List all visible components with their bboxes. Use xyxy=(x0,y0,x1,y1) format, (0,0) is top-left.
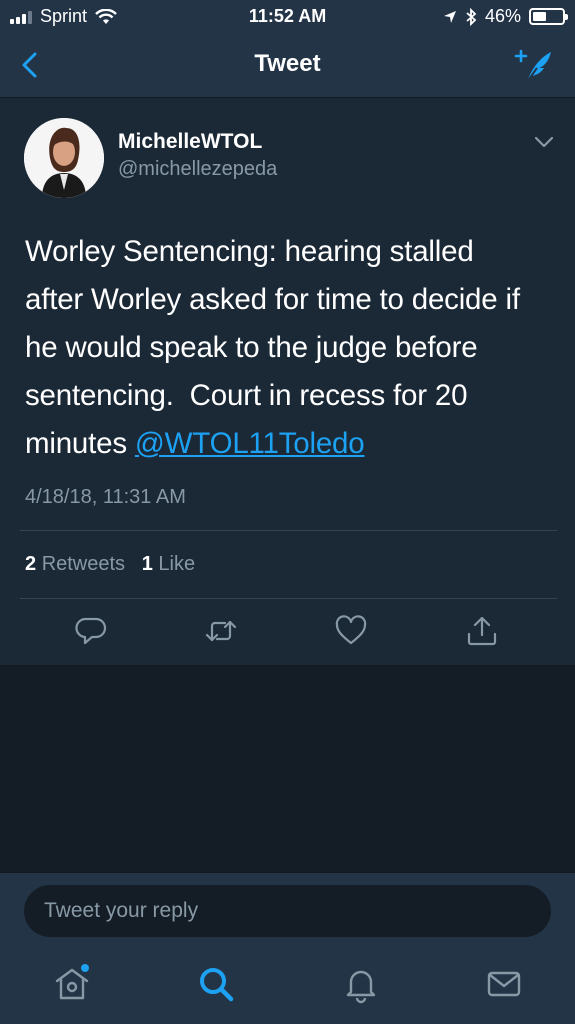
tab-bar xyxy=(0,952,575,1024)
tweet-text-line: he would speak to the judge before xyxy=(25,331,478,364)
heart-icon[interactable] xyxy=(334,614,368,648)
reply-bar: Tweet your reply xyxy=(0,872,575,952)
retweets-stat[interactable]: 2 Retweets xyxy=(25,553,125,575)
battery-fill xyxy=(533,12,546,21)
messages-envelope-icon[interactable] xyxy=(484,964,524,1004)
tweet-text-fragment: minutes xyxy=(25,427,135,460)
divider xyxy=(20,530,557,531)
status-bar: Sprint 11:52 AM 46% xyxy=(0,0,575,32)
avatar-image xyxy=(24,118,104,198)
reply-icon[interactable] xyxy=(74,614,108,648)
tweet-text-line: after Worley asked for time to decide if xyxy=(25,283,520,316)
new-content-dot xyxy=(81,964,89,972)
retweet-label: Retweets xyxy=(41,553,126,575)
divider xyxy=(20,598,557,599)
like-count: 1 xyxy=(141,553,153,575)
retweet-icon[interactable] xyxy=(204,614,238,648)
bluetooth-icon xyxy=(466,7,477,26)
page-title: Tweet xyxy=(254,50,321,77)
share-icon[interactable] xyxy=(465,614,499,648)
tweet-text-line: Worley Sentencing: hearing stalled xyxy=(25,235,474,268)
tweet-timestamp: 4/18/18, 11:31 AM xyxy=(25,486,186,508)
reply-input[interactable]: Tweet your reply xyxy=(24,885,551,937)
author-name[interactable]: MichelleWTOL xyxy=(118,130,262,154)
location-arrow-icon xyxy=(443,10,456,23)
status-right: 46% xyxy=(443,6,568,27)
retweet-count: 2 xyxy=(25,553,37,575)
tweet-actions xyxy=(0,614,575,654)
avatar[interactable] xyxy=(24,118,104,198)
battery-percent: 46% xyxy=(484,6,521,26)
tweet-text-line: sentencing. Court in recess for 20 xyxy=(25,379,468,412)
battery-icon xyxy=(529,8,568,25)
mention-link[interactable]: @WTOL11Toledo xyxy=(135,427,365,460)
tweet-stats: 2 Retweets 1 Like xyxy=(25,553,195,576)
notifications-bell-icon[interactable] xyxy=(341,964,381,1004)
tweet-text: Worley Sentencing: hearing stalled after… xyxy=(25,228,555,468)
search-icon[interactable] xyxy=(196,964,236,1004)
likes-stat[interactable]: 1 Like xyxy=(142,553,195,575)
navigation-bar: Tweet xyxy=(0,32,575,98)
author-handle[interactable]: @michellezepeda xyxy=(118,158,277,181)
compose-tweet-icon[interactable] xyxy=(513,46,555,86)
like-label: Like xyxy=(158,553,196,575)
chevron-down-icon[interactable] xyxy=(533,134,555,150)
tweet-text-line: minutes @WTOL11Toledo xyxy=(25,420,555,468)
tweet-detail: MichelleWTOL @michellezepeda Worley Sent… xyxy=(0,98,575,666)
